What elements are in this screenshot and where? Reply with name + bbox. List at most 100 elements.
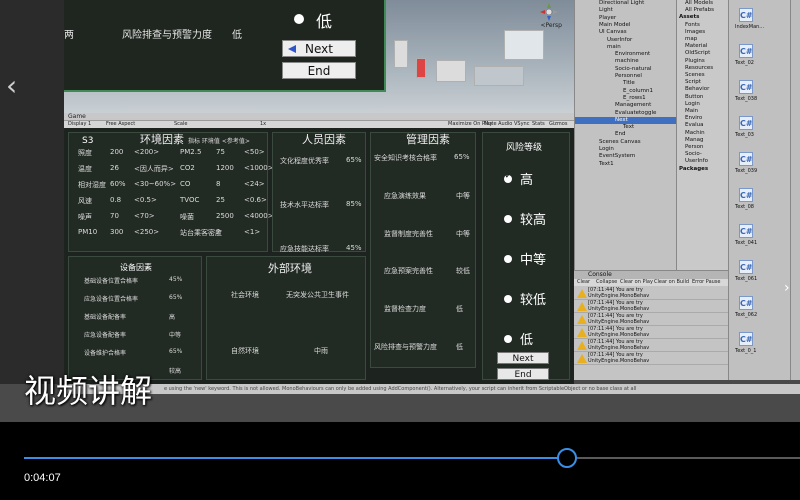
file-label: Text_08: [735, 204, 754, 210]
stats-toggle[interactable]: Stats: [532, 121, 545, 128]
progress-track[interactable]: [24, 448, 800, 468]
console-clear-button[interactable]: Clear: [577, 279, 590, 286]
hierarchy-item[interactable]: Text: [575, 124, 677, 131]
csharp-file-icon[interactable]: C#: [739, 188, 753, 202]
project-folder[interactable]: Socio-: [677, 151, 729, 158]
env-subtitle: 指标 环境值 <参考值>: [188, 138, 250, 145]
console-clear-on-build-toggle[interactable]: Clear on Build: [654, 279, 689, 286]
aspect-dropdown[interactable]: Free Aspect: [106, 121, 135, 128]
console-entry[interactable]: [07:11:44] You are try UnityEngine.MonoBe…: [574, 326, 728, 339]
project-folder[interactable]: Script: [677, 79, 729, 86]
hierarchy-item[interactable]: Socio-natural: [575, 66, 677, 73]
console-panel: Console Clear Collapse Clear on Play Cle…: [574, 270, 728, 380]
project-folder[interactable]: Evalua: [677, 122, 729, 129]
risk-radio-3[interactable]: [504, 255, 512, 263]
chevron-right-icon[interactable]: ›: [784, 280, 790, 296]
csharp-file-icon[interactable]: C#: [739, 296, 753, 310]
risk-radio-2[interactable]: [504, 215, 512, 223]
project-folder[interactable]: Machin: [677, 130, 729, 137]
csharp-file-icon[interactable]: C#: [739, 224, 753, 238]
hierarchy-item[interactable]: Light: [575, 7, 677, 14]
project-folder[interactable]: Material: [677, 43, 729, 50]
end-button[interactable]: End: [497, 368, 549, 380]
console-entry[interactable]: [07:11:44] You are try UnityEngine.MonoBe…: [574, 300, 728, 313]
hierarchy-item[interactable]: machine: [575, 58, 677, 65]
console-entry[interactable]: [07:11:44] You are try UnityEngine.MonoBe…: [574, 352, 728, 365]
scene-end-button[interactable]: End: [282, 62, 356, 79]
hierarchy-item[interactable]: Management: [575, 102, 677, 109]
hierarchy-item[interactable]: UserInfor: [575, 37, 677, 44]
scene-row-label: 风险排查与预警力度: [122, 30, 212, 41]
project-folder[interactable]: Scenes: [677, 72, 729, 79]
project-folder[interactable]: Button: [677, 94, 729, 101]
hierarchy-item[interactable]: Scenes Canvas: [575, 139, 677, 146]
display-dropdown[interactable]: Display 1: [68, 121, 91, 128]
csharp-file-icon[interactable]: C#: [739, 44, 753, 58]
project-folder[interactable]: Images: [677, 29, 729, 36]
chevron-left-icon[interactable]: ‹: [6, 72, 17, 100]
hierarchy-item[interactable]: Evaluatetoggle: [575, 110, 677, 117]
project-folder[interactable]: Plugins: [677, 58, 729, 65]
console-collapse-toggle[interactable]: Collapse: [596, 279, 617, 286]
hierarchy-item[interactable]: E_column1: [575, 88, 677, 95]
project-folder[interactable]: All Prefabs: [677, 7, 729, 14]
mute-audio-toggle[interactable]: Mute Audio: [484, 121, 512, 128]
hierarchy-item[interactable]: End: [575, 131, 677, 138]
csharp-file-icon[interactable]: C#: [739, 332, 753, 346]
project-folder[interactable]: Enviro: [677, 115, 729, 122]
hierarchy-item[interactable]: Next: [575, 116, 677, 125]
project-folder[interactable]: Manag: [677, 137, 729, 144]
hierarchy-item[interactable]: Environment: [575, 51, 677, 58]
video-frame[interactable]: ‹ 两 风险排查与预警力度 低 低 Next End <Persp Game D: [0, 0, 800, 422]
risk-radio-5[interactable]: [504, 335, 512, 343]
scene-radio[interactable]: [294, 14, 304, 24]
scene-object: [436, 60, 466, 82]
game-view-tab[interactable]: Game: [64, 113, 574, 121]
hierarchy-item[interactable]: Main Model: [575, 22, 677, 29]
scale-value[interactable]: 1x: [260, 121, 266, 128]
gizmos-toggle[interactable]: Gizmos: [549, 121, 567, 128]
risk-radio-4[interactable]: [504, 295, 512, 303]
console-entry[interactable]: [07:11:44] You are try UnityEngine.MonoBe…: [574, 313, 728, 326]
csharp-file-icon[interactable]: C#: [739, 152, 753, 166]
project-folder[interactable]: Packages: [677, 166, 729, 173]
console-entry[interactable]: [07:11:44] You are try UnityEngine.MonoBe…: [574, 339, 728, 352]
hierarchy-item[interactable]: EventSystem: [575, 153, 677, 160]
console-clear-on-play-toggle[interactable]: Clear on Play: [620, 279, 653, 286]
project-folder[interactable]: Fonts: [677, 22, 729, 29]
console-entry[interactable]: [07:11:44] You are try UnityEngine.MonoBe…: [574, 287, 728, 300]
project-folder[interactable]: Resources: [677, 65, 729, 72]
project-folder[interactable]: Person: [677, 144, 729, 151]
scene-gizmo-icon[interactable]: [540, 3, 558, 21]
csharp-file-icon[interactable]: C#: [739, 8, 753, 22]
project-folder[interactable]: map: [677, 36, 729, 43]
file-label: Text_061: [735, 276, 758, 282]
next-button[interactable]: Next: [497, 352, 549, 364]
hierarchy-item[interactable]: main: [575, 44, 677, 51]
project-folder[interactable]: Behavior: [677, 86, 729, 93]
risk-radio-1[interactable]: [504, 172, 512, 183]
progress-knob[interactable]: [557, 448, 578, 468]
hierarchy-item[interactable]: Text1: [575, 161, 677, 168]
csharp-file-icon[interactable]: C#: [739, 80, 753, 94]
hierarchy-item[interactable]: UI Canvas: [575, 29, 677, 36]
console-tab[interactable]: Console: [574, 271, 728, 279]
project-folder[interactable]: Main: [677, 108, 729, 115]
hierarchy-item[interactable]: Player: [575, 15, 677, 22]
csharp-file-icon[interactable]: C#: [739, 116, 753, 130]
hierarchy-item[interactable]: Personnel: [575, 73, 677, 80]
equipment-value: 中等: [169, 332, 182, 339]
hierarchy-item[interactable]: E_rows1: [575, 95, 677, 102]
project-folder[interactable]: All Models: [677, 0, 729, 7]
project-folder[interactable]: OldScript: [677, 50, 729, 57]
project-folder[interactable]: UserInfo: [677, 158, 729, 165]
console-error-pause-toggle[interactable]: Error Pause: [692, 279, 720, 286]
csharp-file-icon[interactable]: C#: [739, 260, 753, 274]
hierarchy-item[interactable]: Directional Light: [575, 0, 677, 7]
vsync-toggle[interactable]: VSync: [514, 121, 529, 128]
project-folder[interactable]: Login: [677, 101, 729, 108]
hierarchy-item[interactable]: Login: [575, 146, 677, 153]
project-folder[interactable]: Assets: [677, 14, 729, 21]
hierarchy-item[interactable]: Title: [575, 80, 677, 87]
risk-option-label: 较高: [520, 213, 547, 228]
